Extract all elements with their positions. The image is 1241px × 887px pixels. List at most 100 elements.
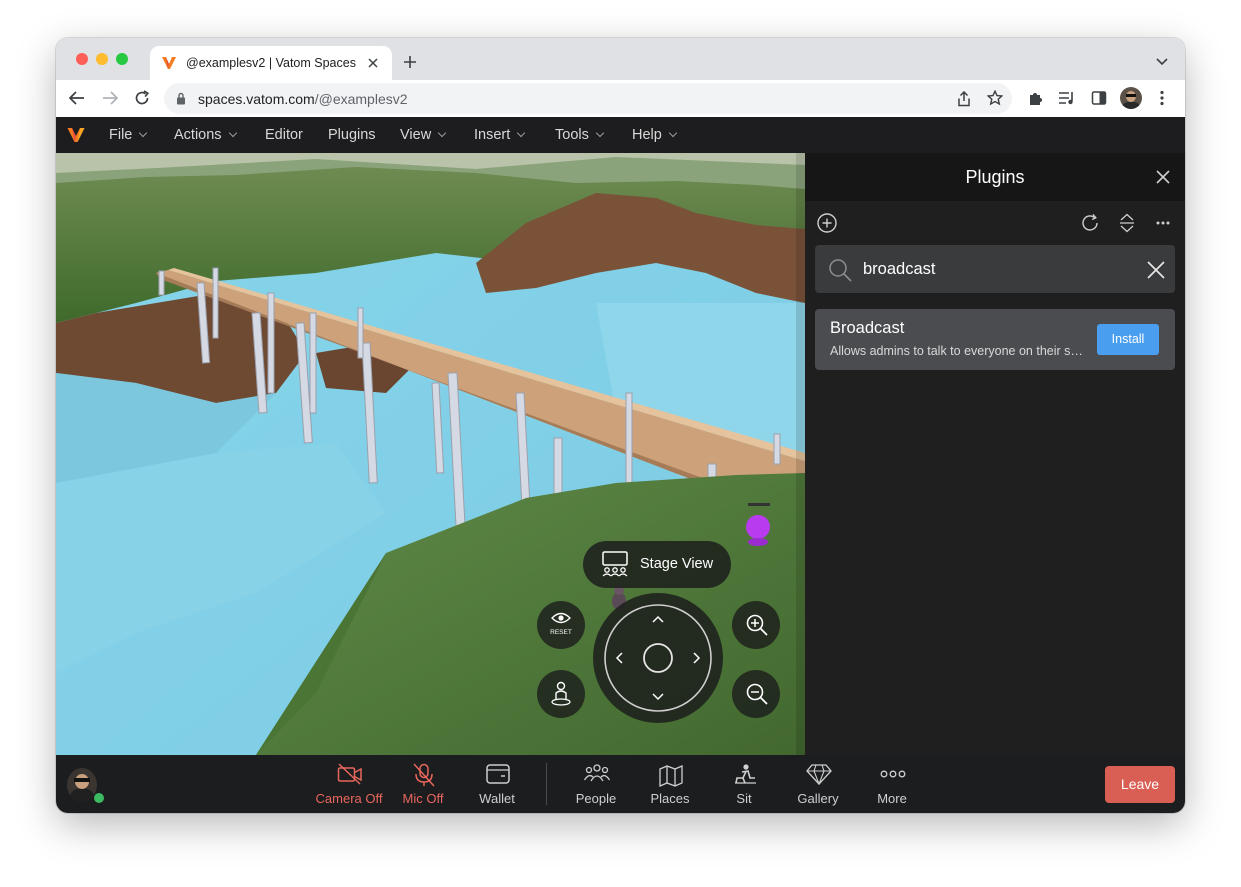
- address-bar[interactable]: spaces.vatom.com/@examplesv2: [164, 83, 1012, 114]
- mic-off-icon: [413, 763, 435, 787]
- clear-search-icon[interactable]: [1147, 261, 1165, 279]
- people-label: People: [575, 791, 617, 806]
- chevron-down-icon: [437, 128, 447, 138]
- stage-view-label: Stage View: [640, 556, 714, 572]
- bookmark-star-icon[interactable]: [987, 90, 1003, 106]
- more-icon: [880, 770, 906, 778]
- reset-label: RESET: [550, 629, 572, 636]
- media-control-icon[interactable]: [1058, 90, 1076, 106]
- joystick-ring-icon: [604, 604, 712, 712]
- reset-camera-button[interactable]: RESET: [537, 601, 585, 649]
- bottom-toolbar: Camera Off Mic Off Wallet People Places …: [56, 755, 1185, 813]
- search-input[interactable]: broadcast: [863, 260, 935, 279]
- people-button[interactable]: People: [559, 755, 633, 813]
- collapse-expand-icon[interactable]: [1119, 213, 1135, 233]
- diamond-icon: [806, 764, 832, 785]
- forward-icon[interactable]: [102, 91, 118, 105]
- menu-editor[interactable]: Editor: [265, 127, 303, 143]
- person-pin-icon: [551, 681, 571, 706]
- url-text: spaces.vatom.com/@examplesv2: [198, 91, 408, 107]
- menu-insert[interactable]: Insert: [474, 127, 526, 143]
- move-left-icon[interactable]: [615, 652, 623, 664]
- plugin-description: Allows admins to talk to everyone on the…: [830, 344, 1086, 358]
- more-options-icon[interactable]: [1156, 221, 1170, 225]
- browser-tab[interactable]: @examplesv2 | Vatom Spaces: [150, 46, 392, 80]
- wallet-icon: [486, 764, 510, 784]
- close-icon[interactable]: [1156, 170, 1170, 184]
- lock-icon[interactable]: [176, 92, 186, 105]
- wallet-button[interactable]: Wallet: [460, 755, 534, 813]
- bottom-bar-divider: [546, 763, 547, 805]
- extensions-icon[interactable]: [1027, 90, 1043, 106]
- vatom-logo-icon[interactable]: [67, 127, 85, 143]
- mic-toggle-label: Mic Off: [402, 791, 444, 806]
- tab-close-icon[interactable]: [368, 58, 378, 68]
- move-forward-icon[interactable]: [652, 615, 664, 623]
- browser-window: @examplesv2 | Vatom Spaces spaces.vatom.…: [56, 38, 1185, 813]
- camera-toggle-button[interactable]: Camera Off: [312, 755, 386, 813]
- tab-title: @examplesv2 | Vatom Spaces: [186, 56, 356, 70]
- gallery-button[interactable]: Gallery: [781, 755, 855, 813]
- plugins-panel-header: Plugins: [805, 153, 1185, 201]
- sit-label: Sit: [736, 791, 752, 806]
- app-menubar: File Actions Editor Plugins View Insert …: [56, 117, 1185, 153]
- zoom-out-icon: [746, 683, 768, 705]
- map-icon: [659, 765, 683, 787]
- 3d-scene-viewport[interactable]: Stage View RESET: [56, 153, 805, 755]
- share-icon[interactable]: [957, 91, 971, 107]
- tab-search-chevron-icon[interactable]: [1156, 58, 1168, 66]
- plugin-title: Broadcast: [830, 319, 905, 337]
- chevron-down-icon: [668, 128, 678, 138]
- vatom-favicon-icon: [162, 57, 176, 69]
- menu-file[interactable]: File: [109, 127, 148, 143]
- mic-toggle-button[interactable]: Mic Off: [386, 755, 460, 813]
- online-status-indicator: [93, 792, 105, 804]
- zoom-window-button[interactable]: [116, 53, 128, 65]
- menu-actions[interactable]: Actions: [174, 127, 237, 143]
- sit-button[interactable]: Sit: [707, 755, 781, 813]
- browser-menu-icon[interactable]: [1160, 90, 1164, 106]
- move-right-icon[interactable]: [693, 652, 701, 664]
- chevron-down-icon: [139, 128, 148, 138]
- add-plugin-icon[interactable]: [816, 212, 838, 234]
- browser-toolbar: spaces.vatom.com/@examplesv2: [56, 80, 1185, 118]
- move-back-icon[interactable]: [652, 693, 664, 701]
- leave-button[interactable]: Leave: [1105, 766, 1175, 803]
- wallet-label: Wallet: [479, 791, 515, 806]
- plugin-search-field[interactable]: broadcast: [815, 245, 1175, 293]
- avatar-view-button[interactable]: [537, 670, 585, 718]
- new-tab-icon[interactable]: [403, 55, 417, 69]
- menu-plugins[interactable]: Plugins: [328, 127, 376, 143]
- zoom-in-button[interactable]: [732, 601, 780, 649]
- chevron-down-icon: [228, 128, 237, 138]
- camera-off-icon: [337, 763, 362, 785]
- back-icon[interactable]: [69, 91, 85, 105]
- chevron-down-icon: [595, 128, 605, 138]
- zoom-out-button[interactable]: [732, 670, 780, 718]
- sit-icon: [735, 764, 756, 784]
- chevron-down-icon: [517, 128, 526, 138]
- more-button[interactable]: More: [855, 755, 929, 813]
- people-icon: [584, 764, 610, 782]
- search-icon: [829, 259, 852, 282]
- menu-tools[interactable]: Tools: [555, 127, 605, 143]
- reload-icon[interactable]: [134, 90, 150, 106]
- places-button[interactable]: Places: [633, 755, 707, 813]
- plugin-result-card[interactable]: Broadcast Allows admins to talk to every…: [815, 309, 1175, 370]
- camera-toggle-label: Camera Off: [315, 791, 383, 806]
- eye-icon: [551, 612, 571, 624]
- gallery-label: Gallery: [797, 791, 839, 806]
- movement-joystick[interactable]: [593, 593, 723, 723]
- menu-view[interactable]: View: [400, 127, 447, 143]
- minimize-window-button[interactable]: [96, 53, 108, 65]
- side-panel-icon[interactable]: [1091, 90, 1107, 106]
- more-label: More: [877, 791, 907, 806]
- install-button[interactable]: Install: [1097, 324, 1159, 355]
- stage-view-button[interactable]: Stage View: [583, 541, 731, 588]
- stage-view-icon: [602, 551, 628, 577]
- close-window-button[interactable]: [76, 53, 88, 65]
- refresh-icon[interactable]: [1080, 213, 1100, 233]
- plugins-panel-title: Plugins: [965, 167, 1025, 187]
- menu-help[interactable]: Help: [632, 127, 678, 143]
- profile-avatar[interactable]: [1120, 87, 1142, 109]
